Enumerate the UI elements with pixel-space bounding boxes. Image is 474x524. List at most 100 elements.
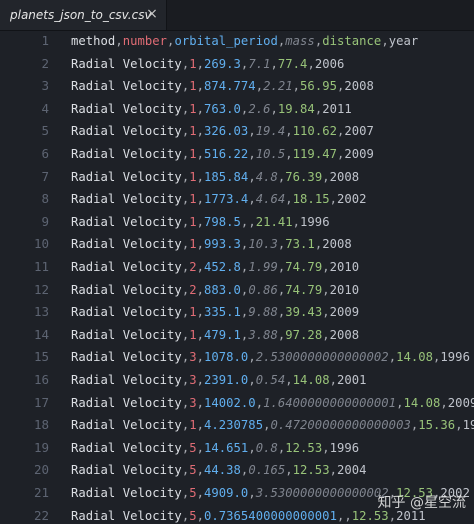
csv-line: 4 Radial Velocity,1,763.0,2.6,19.84,2011: [0, 98, 474, 120]
csv-line: 20 Radial Velocity,5,44.38,0.165,12.53,20…: [0, 459, 474, 481]
line-number: 20: [33, 462, 49, 478]
csv-field-0: Radial Velocity: [71, 373, 182, 387]
line-code: Radial Velocity,1,1773.4,4.64,18.15,2002: [71, 192, 367, 207]
csv-field-3: 10.5: [255, 147, 286, 161]
line-number: 7: [41, 168, 49, 184]
csv-line: 14 Radial Velocity,1,479.1,3.88,97.28,200…: [0, 324, 474, 346]
csv-line: 19 Radial Velocity,5,14.651,0.8,12.53,199…: [0, 437, 474, 459]
csv-line: 8 Radial Velocity,1,1773.4,4.64,18.15,200…: [0, 188, 474, 210]
line-number: 2: [41, 55, 49, 71]
csv-field-5: 2008: [322, 237, 352, 252]
csv-field-1: 1: [189, 79, 197, 94]
csv-field-5: 2009: [447, 395, 474, 410]
line-number: 1: [41, 33, 49, 48]
line-number: 11: [33, 259, 49, 274]
tab-file[interactable]: planets_json_to_csv.csv ×: [0, 0, 167, 30]
csv-field-2: 883.0: [203, 282, 241, 297]
csv-field-2: 479.1: [203, 327, 241, 342]
line-number: 3: [41, 78, 49, 94]
csv-field-4: 19.84: [277, 101, 315, 116]
csv-field-5: 1996: [440, 350, 470, 365]
csv-field-5: 2009: [329, 305, 360, 320]
csv-field-0: Radial Velocity: [71, 101, 182, 116]
line-number: 6: [41, 146, 49, 161]
csv-line: 3 Radial Velocity,1,874.774,2.21,56.95,20…: [0, 75, 474, 97]
csv-field-header-0: method: [71, 34, 116, 48]
csv-field-0: Radial Velocity: [71, 282, 182, 297]
code-editor[interactable]: 1 method,number,orbital_period,mass,dista…: [0, 30, 474, 524]
csv-field-2: 4909.0: [203, 486, 249, 500]
csv-field-4: 76.39: [285, 169, 323, 184]
csv-field-0: Radial Velocity: [71, 124, 182, 139]
csv-field-1: 1: [189, 169, 197, 184]
line-code: Radial Velocity,1,516.22,10.5,119.47,200…: [71, 147, 374, 161]
csv-field-0: Radial Velocity: [71, 486, 182, 500]
csv-field-3: 4.8: [255, 169, 278, 184]
csv-field-4: 39.43: [285, 305, 323, 320]
csv-field-2: 14.651: [203, 440, 249, 455]
line-code: method,number,orbital_period,mass,distan…: [71, 34, 419, 48]
line-code: Radial Velocity,1,4.230785,0.47200000000…: [71, 414, 474, 436]
csv-field-5: 2002: [336, 192, 367, 207]
line-code: Radial Velocity,3,2391.0,0.54,14.08,2001: [71, 373, 367, 387]
csv-field-2: 0.7365400000000001: [203, 508, 337, 523]
csv-field-4: 74.79: [285, 282, 323, 297]
csv-line: 11 Radial Velocity,2,452.8,1.99,74.79,201…: [0, 256, 474, 278]
csv-field-2: 798.5: [203, 214, 241, 229]
csv-field-4: 14.08: [403, 395, 441, 410]
csv-field-1: 1: [189, 327, 197, 342]
csv-line: 5 Radial Velocity,1,326.03,19.4,110.62,20…: [0, 120, 474, 142]
csv-field-4: 74.79: [285, 260, 323, 274]
csv-field-0: Radial Velocity: [71, 418, 182, 433]
csv-field-1: 3: [189, 350, 197, 365]
line-number: 18: [33, 417, 49, 433]
tab-bar: planets_json_to_csv.csv ×: [0, 0, 474, 31]
line-number: 12: [33, 281, 49, 297]
csv-field-header-3: mass: [285, 34, 315, 48]
csv-field-0: Radial Velocity: [71, 192, 182, 207]
csv-field-1: 2: [189, 260, 197, 274]
csv-field-5: 2007: [344, 124, 374, 139]
csv-line: 18 Radial Velocity,1,4.230785,0.472000000…: [0, 414, 474, 436]
line-number: 13: [33, 304, 49, 320]
csv-field-1: 1: [189, 147, 197, 161]
line-number: 15: [33, 349, 49, 365]
csv-field-1: 3: [189, 395, 197, 410]
csv-field-2: 516.22: [203, 147, 249, 161]
csv-line: 10 Radial Velocity,1,993.3,10.3,73.1,2008: [0, 233, 474, 255]
line-code: Radial Velocity,5,14.651,0.8,12.53,1996: [71, 440, 360, 455]
csv-field-3: 4.64: [255, 192, 286, 207]
csv-field-1: 1: [189, 418, 197, 433]
close-icon[interactable]: ×: [144, 6, 160, 22]
line-number: 4: [41, 100, 49, 116]
csv-field-5: 2011: [322, 101, 352, 116]
csv-field-1: 2: [189, 282, 197, 297]
line-number: 8: [41, 191, 49, 207]
csv-field-header-5: year: [388, 34, 419, 48]
csv-field-0: Radial Velocity: [71, 327, 182, 342]
tab-title: planets_json_to_csv.csv: [10, 8, 152, 22]
csv-field-0: Radial Velocity: [71, 395, 182, 410]
csv-field-header-4: distance: [322, 34, 382, 48]
csv-line: 7 Radial Velocity,1,185.84,4.8,76.39,2008: [0, 166, 474, 188]
csv-field-3: 9.88: [248, 305, 278, 320]
csv-field-2: 452.8: [203, 260, 241, 274]
csv-field-2: 44.38: [203, 463, 241, 478]
csv-line: 6 Radial Velocity,1,516.22,10.5,119.47,20…: [0, 143, 474, 165]
line-code: Radial Velocity,5,44.38,0.165,12.53,2004: [71, 463, 367, 478]
line-number: 16: [33, 372, 49, 387]
csv-field-3: 10.3: [248, 237, 278, 252]
csv-field-3: 3.88: [248, 327, 278, 342]
line-number: 5: [41, 123, 49, 139]
csv-field-5: 2009: [344, 147, 374, 161]
csv-field-3: 2.21: [263, 79, 293, 94]
line-number: 10: [33, 236, 49, 252]
csv-field-5: 2010: [329, 260, 360, 274]
csv-field-2: 269.3: [203, 56, 241, 71]
csv-field-header-1: number: [122, 34, 168, 48]
csv-field-3: 1.99: [248, 260, 278, 274]
csv-field-2: 1773.4: [203, 192, 249, 207]
csv-field-2: 185.84: [203, 169, 249, 184]
line-code: Radial Velocity,1,185.84,4.8,76.39,2008: [71, 169, 360, 184]
csv-field-0: Radial Velocity: [71, 237, 182, 252]
